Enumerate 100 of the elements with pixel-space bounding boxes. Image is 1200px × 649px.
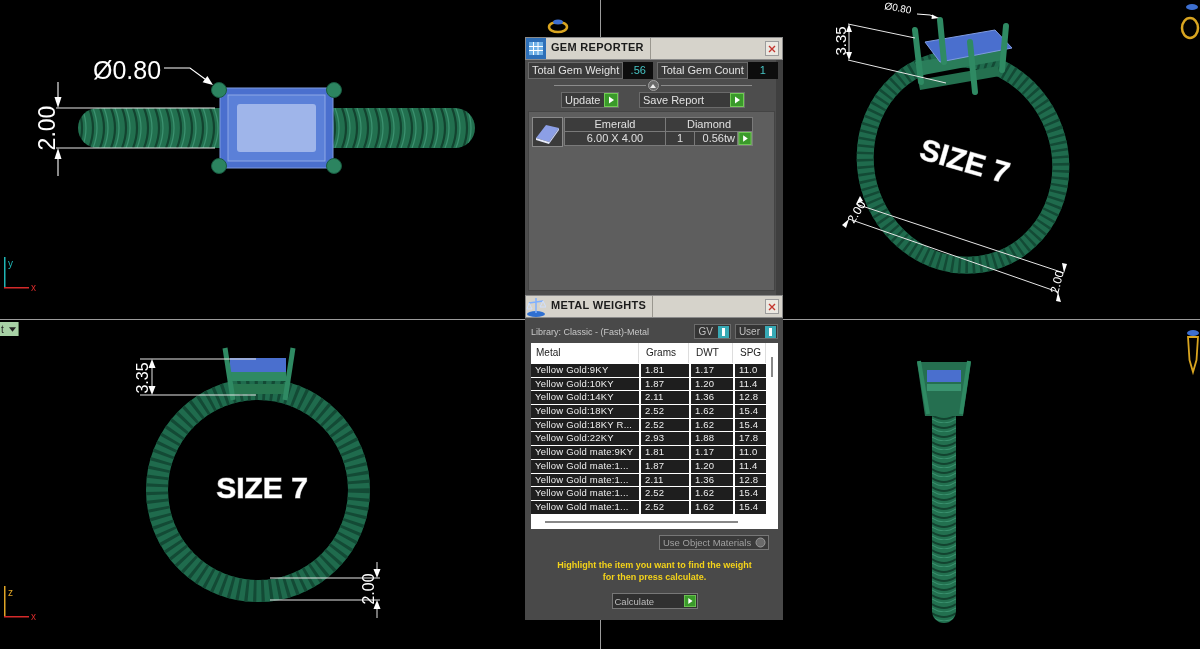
table-cell[interactable]: 1.62	[691, 500, 733, 514]
collapse-button[interactable]	[647, 80, 659, 91]
table-cell[interactable]: Yellow Gold mate:1...	[531, 487, 639, 500]
action-button[interactable]: Save Report	[639, 92, 745, 108]
table-cell[interactable]: Yellow Gold mate:1...	[531, 500, 639, 514]
axis-label: x	[31, 611, 36, 622]
engraved-text: SIZE 7	[916, 132, 1014, 190]
table-cell[interactable]: Yellow Gold:18KY R...	[531, 418, 639, 432]
scale-icon	[526, 296, 546, 317]
table-cell[interactable]: 1.62	[691, 405, 733, 418]
table-cell[interactable]: Yellow Gold:22KY	[531, 432, 639, 446]
table-cell[interactable]: 1.36	[691, 391, 733, 405]
view-menu-button[interactable]: t	[0, 322, 19, 336]
prong	[211, 82, 227, 98]
toggle-button[interactable]: GV	[694, 324, 731, 339]
table-cell[interactable]: 1.20	[691, 377, 733, 391]
table-cell[interactable]: 15.4	[735, 418, 766, 432]
table-cell[interactable]: 12.8	[735, 473, 766, 487]
table-cell[interactable]: 1.36	[691, 473, 733, 487]
close-icon	[768, 44, 776, 53]
leader-arrow	[916, 13, 939, 19]
table-cell[interactable]: Yellow Gold mate:1...	[531, 459, 639, 473]
instruction-text: Highlight the item you want to find the weight for then press calculate.	[556, 559, 753, 583]
axis-label: z	[8, 587, 13, 598]
stat-label: Total Gem Weight	[528, 62, 624, 79]
table-cell[interactable]: 1.20	[691, 459, 733, 473]
table-cell[interactable]: 15.4	[735, 405, 766, 418]
scrollbar-thumb[interactable]	[771, 357, 773, 377]
play-icon	[738, 132, 752, 145]
dimension-label: 3.35	[832, 26, 849, 56]
table-cell[interactable]: Yellow Gold:10KY	[531, 377, 639, 391]
table-cell[interactable]: 1.62	[691, 487, 733, 500]
table-cell[interactable]: 17.8	[735, 432, 766, 446]
close-button[interactable]	[765, 41, 779, 56]
table-cell[interactable]: 2.11	[641, 391, 689, 405]
table-cell[interactable]: 1.62	[691, 418, 733, 432]
play-icon	[683, 595, 696, 607]
dimension-label: Ø0.80	[883, 0, 913, 16]
ring-icon[interactable]	[547, 19, 569, 34]
table-cell[interactable]: 2.11	[641, 473, 689, 487]
caret-up-icon	[650, 83, 656, 88]
gem-icon	[532, 117, 563, 147]
table-cell[interactable]: Yellow Gold:14KY	[531, 391, 639, 405]
table-cell[interactable]: 1.17	[691, 446, 733, 459]
table-cell[interactable]: 15.4	[735, 500, 766, 514]
caret-down-icon	[8, 326, 16, 332]
prong	[211, 158, 227, 174]
dimension-label: 2.00	[1047, 268, 1067, 296]
table-cell[interactable]: 11.0	[735, 446, 766, 459]
grid-icon	[526, 38, 546, 59]
table-cell: 1	[666, 132, 694, 145]
axis-label: x	[31, 282, 36, 293]
stat-value: .56	[623, 62, 654, 79]
table-cell[interactable]: 2.52	[641, 487, 689, 500]
scrollbar-thumb[interactable]	[545, 521, 738, 523]
prong	[326, 158, 342, 174]
table-cell[interactable]: 1.88	[691, 432, 733, 446]
close-button[interactable]	[765, 299, 779, 314]
stat-value: 1	[747, 62, 778, 79]
prong	[326, 82, 342, 98]
details-button[interactable]	[738, 132, 752, 145]
engraved-text: SIZE 7	[216, 471, 308, 504]
table-cell[interactable]: 11.0	[735, 364, 766, 377]
table-cell[interactable]: 1.81	[641, 446, 689, 459]
table-header: Diamond	[666, 118, 752, 131]
table-cell[interactable]: Yellow Gold:9KY	[531, 364, 639, 377]
table-cell[interactable]: 2.52	[641, 500, 689, 514]
table-cell[interactable]: 2.93	[641, 432, 689, 446]
material-dropdown[interactable]: Use Object Materials	[659, 535, 769, 550]
table-cell[interactable]: 1.87	[641, 459, 689, 473]
dimension-label: 2.00	[360, 573, 377, 605]
table-cell[interactable]: Yellow Gold:18KY	[531, 405, 639, 418]
table-header: Emerald	[565, 118, 665, 131]
close-icon	[768, 302, 776, 311]
panel-title: METAL WEIGHTS	[546, 296, 654, 317]
table-cell[interactable]: 12.8	[735, 391, 766, 405]
table-cell[interactable]: 1.81	[641, 364, 689, 377]
ring-side-icon[interactable]	[1187, 330, 1199, 376]
ring-icon[interactable]	[1180, 4, 1200, 40]
table-cell[interactable]: Yellow Gold mate:9KY	[531, 446, 639, 459]
table-cell[interactable]: 15.4	[735, 487, 766, 500]
circle-icon	[755, 537, 766, 548]
table-cell[interactable]: 1.87	[641, 377, 689, 391]
table-cell[interactable]: 11.4	[735, 377, 766, 391]
stat-label: Total Gem Count	[657, 62, 748, 79]
table-cell[interactable]: 1.17	[691, 364, 733, 377]
leader-arrow	[163, 67, 213, 85]
library-label: Library: Classic - (Fast)-Metal	[531, 326, 649, 337]
play-icon	[730, 93, 744, 107]
panel-title: GEM REPORTER	[546, 38, 651, 59]
dimension-label: 3.35	[134, 362, 151, 394]
table-cell[interactable]: 2.52	[641, 418, 689, 432]
table-cell[interactable]: 11.4	[735, 459, 766, 473]
dimension-label: Ø0.80	[93, 56, 162, 84]
action-button[interactable]: Update	[561, 92, 619, 108]
toggle-button[interactable]: User	[734, 324, 778, 339]
calculate-button[interactable]: Calculate	[611, 593, 698, 609]
table-cell[interactable]: 2.52	[641, 405, 689, 418]
table-cell[interactable]: Yellow Gold mate:1...	[531, 473, 639, 487]
table-cell: 6.00 X 4.00	[565, 132, 665, 145]
